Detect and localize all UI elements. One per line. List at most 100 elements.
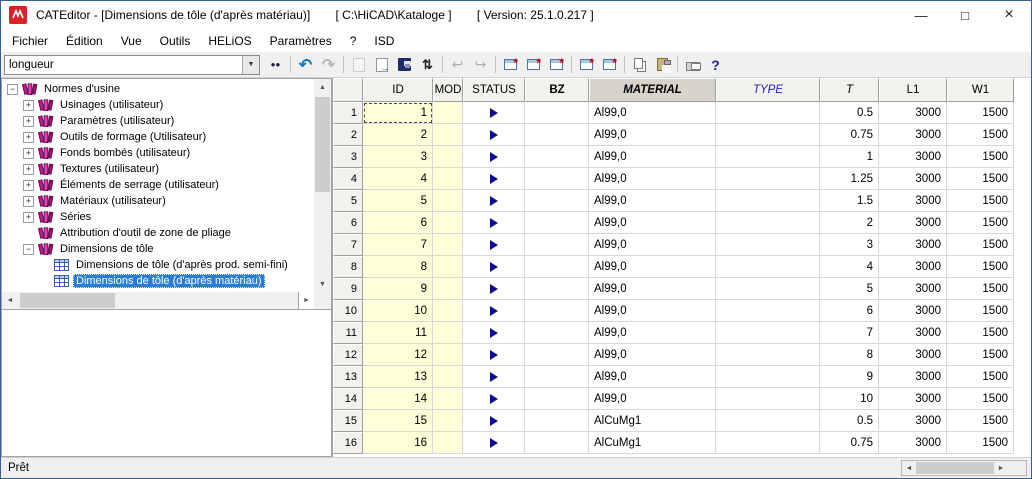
tree-item[interactable]: Dimensions de tôle (d'après matériau) [2,273,314,289]
insert-row-button[interactable] [545,54,568,76]
scroll-right-icon[interactable]: ► [994,465,1008,472]
cell-material[interactable]: Al99,0 [589,322,716,344]
cell-type[interactable] [716,102,820,124]
cell-l1[interactable]: 3000 [879,190,947,212]
cell-status[interactable] [463,190,525,212]
scroll-left-icon[interactable]: ◄ [2,292,18,309]
cell-material[interactable]: Al99,0 [589,344,716,366]
cell-t[interactable]: 0.75 [820,432,879,454]
tree-vscroll-thumb[interactable] [315,97,330,192]
cell-w1[interactable]: 1500 [947,322,1014,344]
cell-t[interactable]: 1 [820,146,879,168]
expand-icon[interactable]: + [23,148,34,159]
new-document-button[interactable] [347,54,370,76]
cell-status[interactable] [463,234,525,256]
tree-hscroll-thumb[interactable] [20,293,115,308]
cell-t[interactable]: 0.75 [820,124,879,146]
cell-mod[interactable] [433,212,463,234]
new-table-button[interactable] [522,54,545,76]
cell-type[interactable] [716,234,820,256]
duplicate-row-button[interactable] [598,54,621,76]
column-header-l1[interactable]: L1 [879,78,947,102]
cell-id[interactable]: 5 [363,190,433,212]
menu-outils[interactable]: Outils [151,31,200,51]
column-header-t[interactable]: T [820,78,879,102]
collapse-icon[interactable]: − [7,84,18,95]
row-number[interactable]: 16 [333,432,363,454]
cell-mod[interactable] [433,146,463,168]
cell-material[interactable]: Al99,0 [589,102,716,124]
cell-l1[interactable]: 3000 [879,102,947,124]
row-number[interactable]: 2 [333,124,363,146]
cell-type[interactable] [716,168,820,190]
minimize-button[interactable]: — [899,1,943,29]
cell-status[interactable] [463,124,525,146]
cell-status[interactable] [463,146,525,168]
menu-isd[interactable]: ISD [365,31,403,51]
cell-bz[interactable] [525,256,589,278]
tree-vertical-scrollbar[interactable]: ▲ ▼ [314,79,331,292]
cell-id[interactable]: 6 [363,212,433,234]
cell-status[interactable] [463,212,525,234]
cell-id[interactable]: 16 [363,432,433,454]
cell-id[interactable]: 10 [363,300,433,322]
table-hscroll-thumb[interactable] [916,462,994,474]
cell-status[interactable] [463,366,525,388]
cell-t[interactable]: 10 [820,388,879,410]
cell-id[interactable]: 7 [363,234,433,256]
cell-l1[interactable]: 3000 [879,366,947,388]
menu-fichier[interactable]: Fichier [3,31,57,51]
tree-item[interactable]: −Dimensions de tôle [2,241,314,257]
print-button[interactable] [681,54,704,76]
cell-type[interactable] [716,146,820,168]
menu-help[interactable]: ? [341,31,366,51]
cell-t[interactable]: 0.5 [820,410,879,432]
cell-l1[interactable]: 3000 [879,124,947,146]
cell-material[interactable]: Al99,0 [589,124,716,146]
cell-bz[interactable] [525,102,589,124]
column-header-type[interactable]: TYPE [716,78,820,102]
cell-mod[interactable] [433,366,463,388]
cell-w1[interactable]: 1500 [947,102,1014,124]
cell-l1[interactable]: 3000 [879,256,947,278]
cell-mod[interactable] [433,432,463,454]
cell-id[interactable]: 15 [363,410,433,432]
cell-status[interactable] [463,410,525,432]
expand-icon[interactable]: + [23,132,34,143]
tree-horizontal-scrollbar[interactable]: ◄ ► [2,292,314,309]
cell-w1[interactable]: 1500 [947,234,1014,256]
cell-l1[interactable]: 3000 [879,234,947,256]
close-button[interactable]: × [987,1,1031,29]
cell-id[interactable]: 2 [363,124,433,146]
cell-material[interactable]: AlCuMg1 [589,432,716,454]
tree-item[interactable]: −Normes d'usine [2,81,314,97]
search-combobox[interactable]: ▼ [4,55,260,75]
tree-item[interactable]: +Éléments de serrage (utilisateur) [2,177,314,193]
cell-status[interactable] [463,278,525,300]
cell-type[interactable] [716,212,820,234]
menu-helios[interactable]: HELiOS [199,31,260,51]
cell-type[interactable] [716,344,820,366]
cell-mod[interactable] [433,190,463,212]
save-button[interactable] [393,54,416,76]
cell-t[interactable]: 3 [820,234,879,256]
open-table-button[interactable] [370,54,393,76]
cell-w1[interactable]: 1500 [947,212,1014,234]
cell-l1[interactable]: 3000 [879,278,947,300]
cell-w1[interactable]: 1500 [947,190,1014,212]
cell-w1[interactable]: 1500 [947,168,1014,190]
tree-item[interactable]: +Textures (utilisateur) [2,161,314,177]
cell-bz[interactable] [525,234,589,256]
cell-status[interactable] [463,102,525,124]
column-header-w1[interactable]: W1 [947,78,1014,102]
cell-material[interactable]: Al99,0 [589,234,716,256]
cell-id[interactable]: 4 [363,168,433,190]
cell-w1[interactable]: 1500 [947,388,1014,410]
cell-type[interactable] [716,124,820,146]
tree-item[interactable]: Attribution d'outil de zone de pliage [2,225,314,241]
row-number[interactable]: 5 [333,190,363,212]
cell-l1[interactable]: 3000 [879,388,947,410]
tree-item[interactable]: Dimensions de tôle (d'après prod. semi-f… [2,257,314,273]
cell-id[interactable]: 12 [363,344,433,366]
cell-l1[interactable]: 3000 [879,212,947,234]
